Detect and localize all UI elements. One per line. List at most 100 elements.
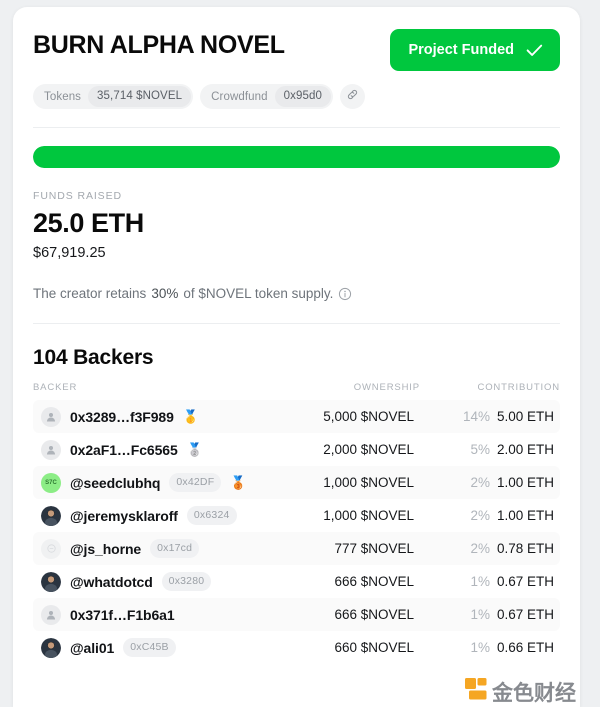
- info-icon[interactable]: [338, 287, 352, 301]
- backers-heading: 104 Backers: [33, 346, 154, 369]
- pill-tokens-value: 35,714 $NOVEL: [88, 86, 192, 107]
- ownership-value: 660 $NOVEL: [334, 640, 414, 655]
- backer-cell: @whatdotcd 0x3280: [41, 571, 264, 592]
- faint-avatar[interactable]: [41, 538, 61, 559]
- watermark: 金色财经: [463, 676, 576, 707]
- check-icon: [526, 44, 543, 57]
- funding-section: FUNDS RAISED 25.0 ETH $67,919.25 The cre…: [13, 146, 580, 324]
- creator-retention-note: The creator retains 30% of $NOVEL token …: [33, 286, 560, 301]
- table-row[interactable]: @whatdotcd 0x3280 666 $NOVEL 1% 0.67 ETH: [33, 565, 560, 598]
- card-header: BURN ALPHA NOVEL Project Funded Tokens 3…: [13, 7, 580, 128]
- backer-address-pill: 0xC45B: [123, 638, 176, 657]
- backer-name: 0x371f…F1b6a1: [70, 606, 175, 623]
- backer-cell: S7C @seedclubhq 0x42DF 🥉: [41, 472, 264, 493]
- watermark-logo-icon: [463, 676, 489, 707]
- creator-note-percent: 30%: [151, 286, 179, 301]
- ownership-value: 777 $NOVEL: [334, 541, 414, 556]
- column-header-ownership: OWNERSHIP: [353, 382, 420, 393]
- contribution-value: 2% 1.00 ETH: [470, 475, 554, 490]
- table-row[interactable]: 0x371f…F1b6a1 666 $NOVEL 1% 0.67 ETH: [33, 598, 560, 631]
- ownership-value: 2,000 $NOVEL: [323, 442, 414, 457]
- backer-name: 0x3289…f3F989: [70, 408, 174, 425]
- funds-raised-eth: 25.0 ETH: [33, 208, 144, 238]
- table-row[interactable]: @js_horne 0x17cd 777 $NOVEL 2% 0.78 ETH: [33, 532, 560, 565]
- backer-cell: @ali01 0xC45B: [41, 637, 264, 658]
- ownership-value: 1,000 $NOVEL: [323, 508, 414, 523]
- ownership-percent: 1%: [470, 640, 490, 655]
- project-card: BURN ALPHA NOVEL Project Funded Tokens 3…: [13, 7, 580, 707]
- column-header-contribution: CONTRIBUTION: [477, 382, 560, 393]
- creator-note-prefix: The creator retains: [33, 286, 147, 301]
- ownership-percent: 2%: [470, 541, 490, 556]
- pill-tokens[interactable]: Tokens 35,714 $NOVEL: [33, 84, 194, 109]
- ownership-percent: 1%: [470, 607, 490, 622]
- project-funded-label: Project Funded: [408, 42, 514, 58]
- contribution-value: 1% 0.67 ETH: [470, 574, 554, 589]
- backer-name: 0x2aF1…Fc6565: [70, 441, 178, 458]
- watermark-text: 金色财经: [492, 680, 576, 705]
- backer-cell: @js_horne 0x17cd: [41, 538, 264, 559]
- ownership-percent: 1%: [470, 574, 490, 589]
- page-title: BURN ALPHA NOVEL: [33, 31, 285, 59]
- backers-section: 104 Backers BACKER OWNERSHIP CONTRIBUTIO…: [13, 346, 580, 664]
- table-row[interactable]: S7C @seedclubhq 0x42DF 🥉 1,000 $NOVEL 2% 1.00 …: [33, 466, 560, 499]
- header-divider: [33, 127, 560, 128]
- funding-progress-bar: [33, 146, 560, 168]
- backer-name: @js_horne: [70, 540, 142, 557]
- contribution-value: 14% 5.00 ETH: [462, 409, 554, 424]
- rank-medal-icon: 🥇: [182, 409, 199, 424]
- generic-person-icon[interactable]: [41, 604, 61, 625]
- ownership-value: 5,000 $NOVEL: [323, 409, 414, 424]
- generic-person-icon[interactable]: [41, 439, 61, 460]
- contribution-value: 2% 1.00 ETH: [470, 508, 554, 523]
- column-header-backer: BACKER: [33, 382, 78, 393]
- seedclub-avatar[interactable]: S7C: [41, 472, 61, 493]
- photo-avatar[interactable]: [41, 637, 61, 658]
- rank-medal-icon: 🥉: [230, 475, 247, 490]
- backers-table-header: BACKER OWNERSHIP CONTRIBUTION: [33, 382, 560, 400]
- funds-raised-label: FUNDS RAISED: [33, 190, 122, 202]
- pill-crowdfund[interactable]: Crowdfund 0x95d0: [200, 84, 333, 109]
- metadata-pill-row: Tokens 35,714 $NOVEL Crowdfund 0x95d0: [33, 84, 560, 109]
- ownership-value: 1,000 $NOVEL: [323, 475, 414, 490]
- generic-person-icon[interactable]: [41, 406, 61, 427]
- backer-address-pill: 0x17cd: [150, 539, 200, 558]
- pill-tokens-key: Tokens: [44, 90, 82, 103]
- ownership-value: 666 $NOVEL: [334, 574, 414, 589]
- contribution-value: 2% 0.78 ETH: [470, 541, 554, 556]
- ownership-percent: 2%: [470, 508, 490, 523]
- pill-crowdfund-key: Crowdfund: [211, 90, 268, 103]
- link-icon: [346, 88, 359, 106]
- photo-avatar[interactable]: [41, 505, 61, 526]
- contribution-value: 5% 2.00 ETH: [470, 442, 554, 457]
- rank-medal-icon: 🥈: [186, 442, 203, 457]
- backer-address-pill: 0x42DF: [169, 473, 222, 492]
- funding-divider: [33, 323, 560, 324]
- funds-raised-usd: $67,919.25: [33, 245, 106, 261]
- table-row[interactable]: @ali01 0xC45B 660 $NOVEL 1% 0.66 ETH: [33, 631, 560, 664]
- backers-table-body: 0x3289…f3F989 🥇 5,000 $NOVEL 14% 5.00 ETH 0x2…: [33, 400, 560, 664]
- ownership-percent: 2%: [470, 475, 490, 490]
- table-row[interactable]: @jeremysklaroff 0x6324 1,000 $NOVEL 2% 1.00 …: [33, 499, 560, 532]
- creator-note-suffix: of $NOVEL token supply.: [183, 286, 334, 301]
- table-row[interactable]: 0x2aF1…Fc6565 🥈 2,000 $NOVEL 5% 2.00 ETH: [33, 433, 560, 466]
- backer-name: @ali01: [70, 639, 115, 656]
- table-row[interactable]: 0x3289…f3F989 🥇 5,000 $NOVEL 14% 5.00 ETH: [33, 400, 560, 433]
- backer-cell: @jeremysklaroff 0x6324: [41, 505, 264, 526]
- link-icon-button[interactable]: [339, 84, 365, 109]
- ownership-percent: 5%: [470, 442, 490, 457]
- backer-cell: 0x3289…f3F989 🥇: [41, 406, 264, 427]
- backer-address-pill: 0x3280: [161, 572, 212, 591]
- backer-address-pill: 0x6324: [186, 506, 237, 525]
- backer-name: @whatdotcd: [70, 573, 153, 590]
- ownership-percent: 14%: [462, 409, 490, 424]
- backer-name: @jeremysklaroff: [70, 507, 178, 524]
- ownership-value: 666 $NOVEL: [334, 607, 414, 622]
- photo-avatar[interactable]: [41, 571, 61, 592]
- project-funded-button[interactable]: Project Funded: [390, 29, 560, 71]
- header-top-row: BURN ALPHA NOVEL Project Funded: [33, 29, 560, 71]
- contribution-value: 1% 0.67 ETH: [470, 607, 554, 622]
- pill-crowdfund-value: 0x95d0: [274, 86, 331, 107]
- backer-cell: 0x2aF1…Fc6565 🥈: [41, 439, 264, 460]
- funding-progress-fill: [33, 146, 560, 168]
